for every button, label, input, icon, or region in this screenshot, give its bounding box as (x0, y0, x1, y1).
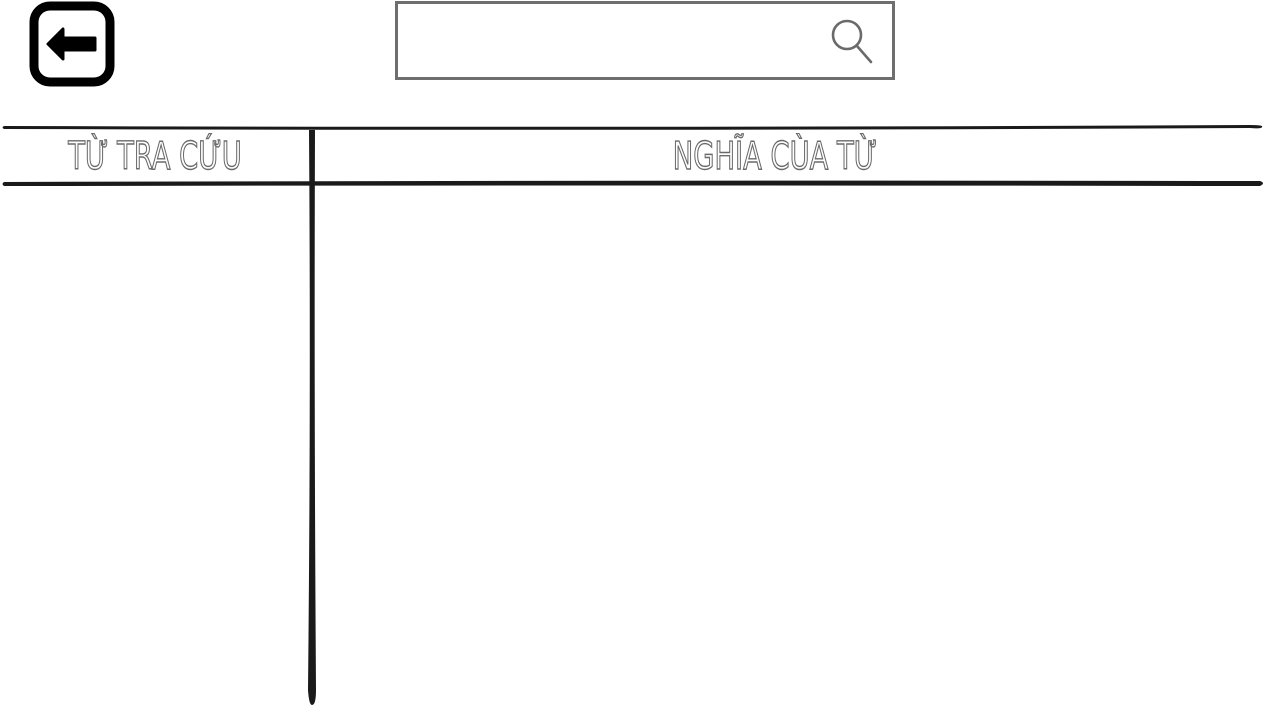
column-header-meaning: NGHĨA CÙA TỪ (443, 128, 1107, 184)
search-icon[interactable] (830, 17, 876, 67)
back-button[interactable] (29, 1, 115, 87)
arrow-left-square-icon (29, 1, 115, 87)
column-header-word-label: TỪ TRA CỨU (68, 133, 243, 178)
column-header-word: TỪ TRA CỨU (43, 128, 266, 184)
column-divider (308, 130, 316, 705)
column-header-meaning-label: NGHĨA CÙA TỪ (672, 133, 878, 178)
search-input[interactable] (408, 12, 822, 71)
search-box (395, 1, 895, 80)
meaning-panel (318, 190, 1264, 705)
word-list[interactable] (0, 190, 306, 705)
